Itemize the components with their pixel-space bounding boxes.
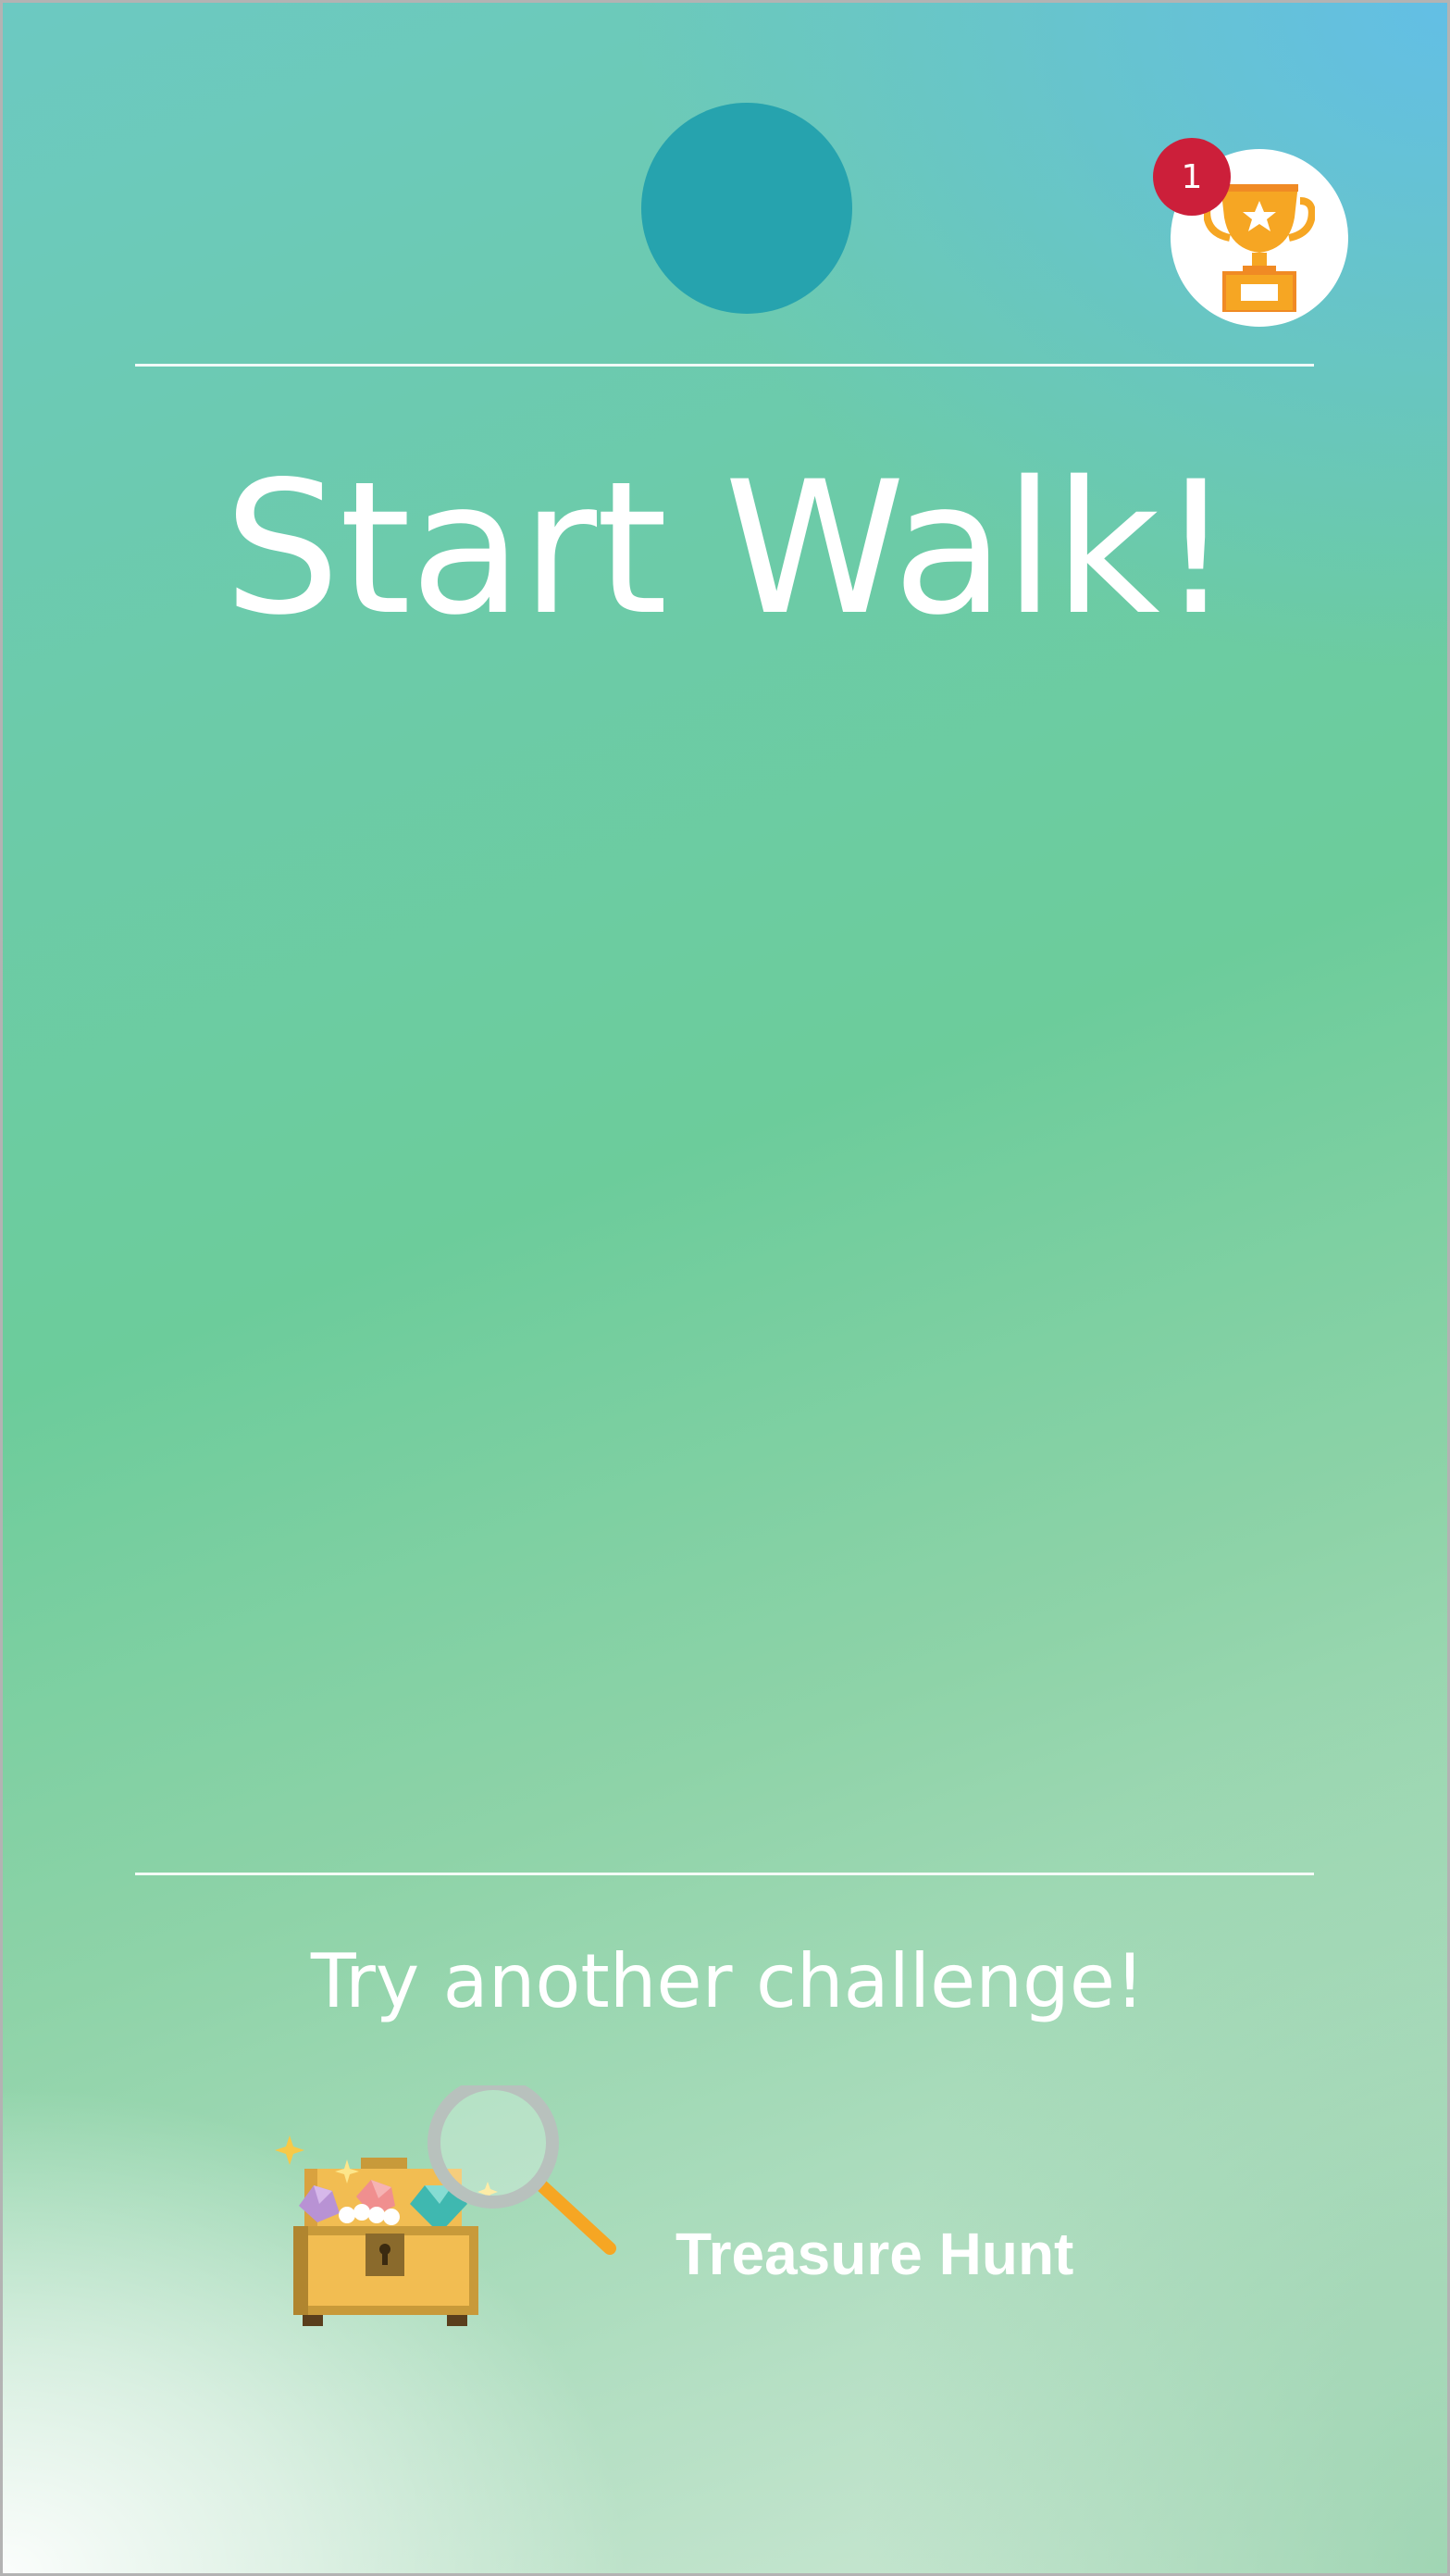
start-walk-screen: 1 Start Walk! Try another challenge! Tre… bbox=[0, 0, 1450, 2576]
bottom-divider bbox=[135, 1873, 1314, 1875]
challenge-item-treasure-hunt[interactable]: Treasure Hunt bbox=[262, 2085, 1187, 2363]
profile-circle-button[interactable] bbox=[641, 103, 852, 314]
notification-badge: 1 bbox=[1153, 138, 1231, 216]
challenge-prompt: Try another challenge! bbox=[310, 1938, 1146, 2024]
treasure-chest-icon bbox=[275, 2085, 616, 2326]
top-divider bbox=[135, 364, 1314, 367]
start-walk-title[interactable]: Start Walk! bbox=[3, 447, 1447, 651]
challenge-label-treasure-hunt: Treasure Hunt bbox=[675, 2221, 1074, 2287]
